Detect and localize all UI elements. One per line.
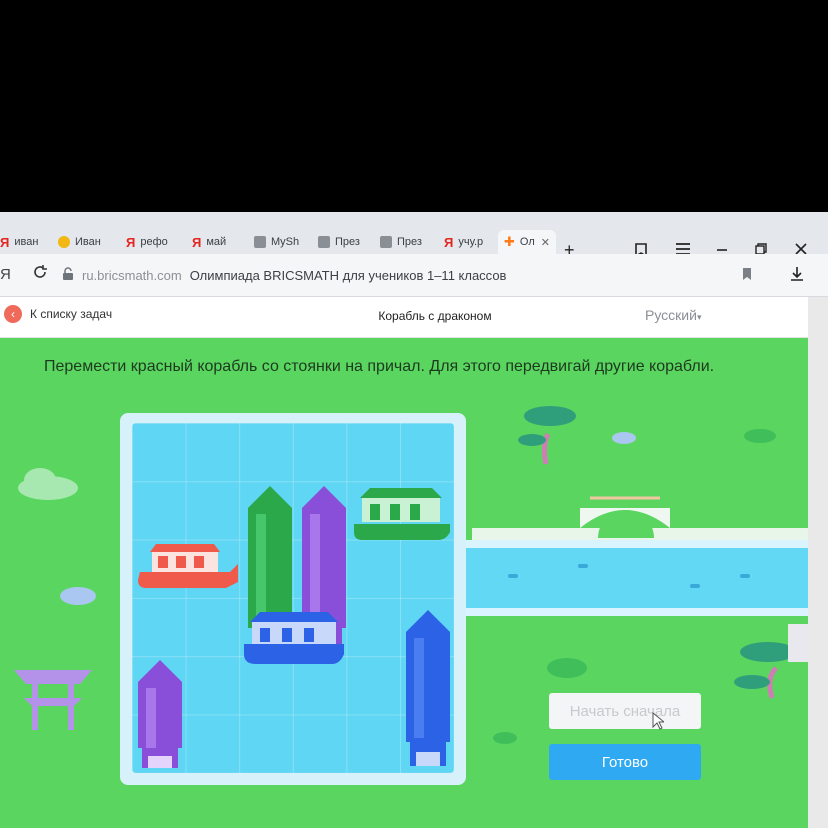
yandex-icon: Я	[192, 234, 202, 250]
bookmark-icon[interactable]	[742, 267, 752, 286]
slides-icon	[318, 236, 330, 248]
page-header: ‹ К списку задач Корабль с драконом Русс…	[0, 297, 808, 338]
slides-icon	[380, 236, 392, 248]
monitor-screen: Я иван Иван Я рефо Я май MySh През През …	[0, 212, 828, 828]
blue-ship-horizontal[interactable]	[244, 612, 344, 664]
browser-tab-bar: Я иван Иван Я рефо Я май MySh През През …	[0, 212, 828, 260]
yandex-icon: Я	[444, 234, 454, 250]
browser-tab[interactable]: През	[380, 230, 430, 254]
tab-label: иван	[14, 236, 39, 248]
tab-label: май	[206, 236, 227, 248]
browser-tab[interactable]: Я май	[192, 230, 242, 254]
yandex-icon: Я	[126, 234, 136, 250]
gold-circle-icon	[58, 236, 70, 248]
red-dragon-ship[interactable]	[138, 544, 238, 588]
browser-tab[interactable]: Я учу.р	[444, 230, 494, 254]
tab-label: През	[335, 236, 360, 248]
scrollbar[interactable]	[808, 297, 828, 828]
task-title: Корабль с драконом	[378, 309, 492, 323]
language-select[interactable]: Русский▾	[645, 307, 701, 323]
purple-ship-vertical-left[interactable]	[138, 660, 182, 768]
tab-label: През	[397, 236, 422, 248]
browser-tab[interactable]: Иван	[58, 230, 114, 254]
restart-button[interactable]: Начать сначала	[549, 693, 701, 729]
browser-tab[interactable]: Я иван	[0, 230, 50, 254]
tab-label: учу.р	[458, 236, 484, 248]
yandex-icon: Я	[0, 234, 10, 250]
language-label: Русский	[645, 307, 697, 323]
tab-label: Иван	[75, 236, 101, 248]
browser-address-bar: Я ru.bricsmath.com Олимпиада BRICSMATH д…	[0, 254, 828, 297]
mouse-cursor-icon	[652, 711, 666, 735]
address-field[interactable]: ru.bricsmath.com Олимпиада BRICSMATH для…	[62, 262, 782, 288]
lock-icon	[62, 266, 74, 284]
tab-label: Ол	[519, 236, 535, 248]
browser-tab-active[interactable]: ✚ Ол ✕	[498, 230, 556, 254]
browser-tab[interactable]: През	[318, 230, 368, 254]
address-domain: ru.bricsmath.com	[82, 267, 182, 283]
back-arrow-icon: ‹	[4, 305, 22, 323]
browser-tab[interactable]: MySh	[254, 230, 304, 254]
blue-ship-vertical[interactable]	[406, 610, 450, 766]
close-icon[interactable]: ✕	[541, 236, 550, 249]
back-to-tasks-button[interactable]: ‹ К списку задач	[4, 305, 112, 323]
slides-icon	[254, 236, 266, 248]
star-cross-icon: ✚	[504, 234, 515, 249]
back-label: К списку задач	[30, 307, 113, 321]
browser-tab[interactable]: Я рефо	[126, 230, 182, 254]
tab-label: рефо	[140, 236, 168, 248]
address-page-title: Олимпиада BRICSMATH для учеников 1–11 кл…	[189, 267, 507, 283]
reload-icon[interactable]	[32, 264, 48, 285]
green-ship-horizontal[interactable]	[354, 488, 450, 540]
tab-label: MySh	[271, 236, 300, 248]
done-button[interactable]: Готово	[549, 744, 701, 780]
yandex-logo-icon[interactable]: Я	[0, 266, 11, 283]
download-icon[interactable]	[790, 266, 804, 287]
